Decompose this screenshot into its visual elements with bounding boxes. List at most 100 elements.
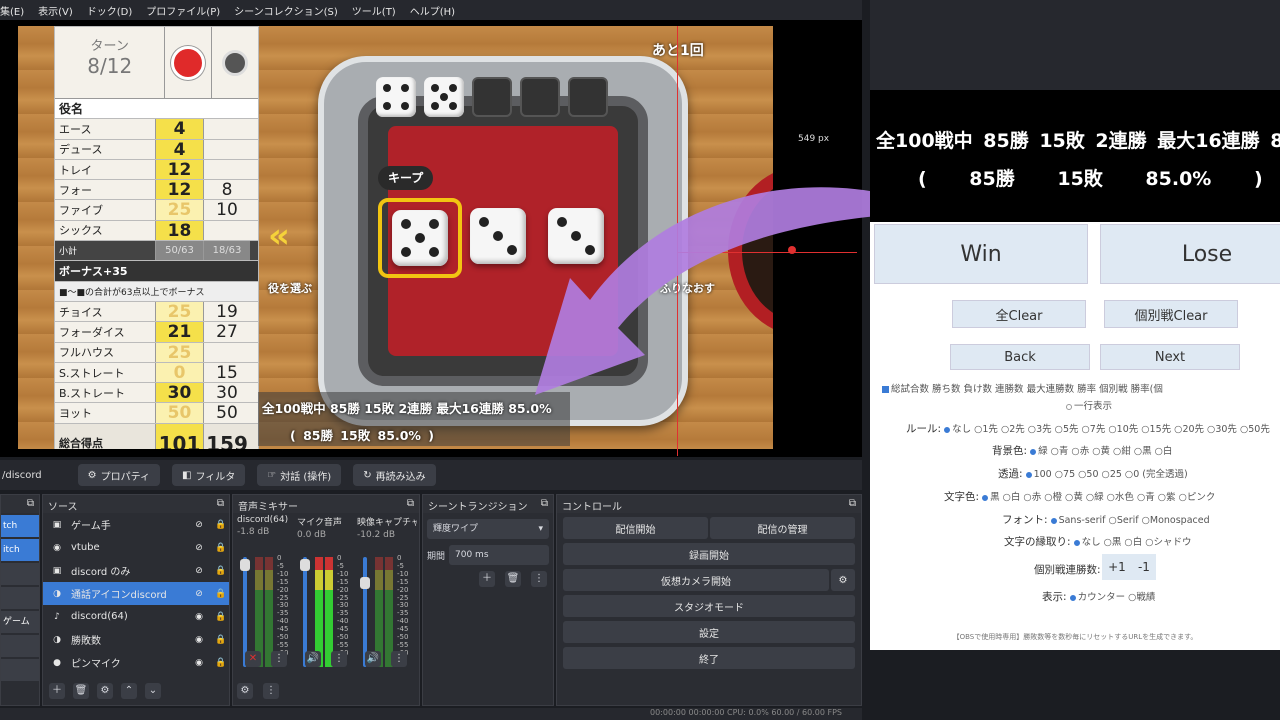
score-row[interactable]: フルハウス 25: [55, 342, 258, 363]
scene-item[interactable]: [1, 563, 39, 585]
score-row[interactable]: シックス 18: [55, 220, 258, 242]
duration-input[interactable]: 700 ms: [449, 545, 549, 565]
transform-handle[interactable]: [788, 246, 796, 254]
filters-button[interactable]: ◧ フィルタ: [171, 464, 246, 486]
rolled-die-5[interactable]: [392, 210, 448, 266]
virtual-camera-button[interactable]: 仮想カメラ開始: [563, 569, 829, 591]
win-button[interactable]: Win: [874, 224, 1088, 284]
gear-icon[interactable]: ⚙: [237, 683, 253, 699]
fader-knob[interactable]: [240, 559, 250, 571]
menu-dock[interactable]: ドック(D): [87, 3, 133, 18]
display-checkboxes[interactable]: 総試合数 勝ち数 負け数 連勝数 最大連勝数 勝率 個別戦 勝率(個: [882, 381, 1163, 395]
source-item[interactable]: ▣ ゲーム手 ⊘ 🔒: [43, 513, 229, 536]
scene-item[interactable]: tch: [1, 515, 39, 537]
score-row[interactable]: ヨット 50 50: [55, 403, 258, 424]
start-stream-button[interactable]: 配信開始: [563, 517, 708, 539]
fader-knob[interactable]: [300, 559, 310, 571]
score-row[interactable]: S.ストレート 0 15: [55, 362, 258, 384]
undock-icon[interactable]: ⧉: [849, 498, 856, 510]
source-item[interactable]: ♪ discord(64) ◉ 🔒: [43, 605, 229, 628]
score-row[interactable]: B.ストレート 30 30: [55, 383, 258, 404]
score-row[interactable]: フォー 12 8: [55, 180, 258, 201]
score-row[interactable]: フォーダイス 21 27: [55, 322, 258, 343]
outline-options[interactable]: 文字の縁取り: なし ○黒 ○白 ○シャドウ: [1004, 534, 1192, 549]
rolled-die-3[interactable]: [548, 208, 604, 264]
add-icon[interactable]: ＋: [49, 683, 65, 699]
scene-item[interactable]: [1, 659, 39, 681]
rolled-die-3[interactable]: [470, 208, 526, 264]
next-button[interactable]: Next: [1100, 344, 1240, 370]
studio-mode-button[interactable]: スタジオモード: [563, 595, 855, 617]
lock-icon[interactable]: 🔒: [213, 543, 229, 553]
alpha-options[interactable]: 透過: 100 ○75 ○50 ○25 ○0 (完全透過): [998, 466, 1188, 481]
mute-icon[interactable]: ✕: [245, 651, 261, 667]
text-color-options[interactable]: 文字色: 黒 ○白 ○赤 ○橙 ○黄 ○緑 ○水色 ○青 ○紫 ○ピンク: [944, 489, 1215, 504]
visibility-eye-icon[interactable]: ◉: [191, 612, 207, 622]
gear-icon[interactable]: ⚙: [97, 683, 113, 699]
undock-icon[interactable]: ⧉: [541, 498, 548, 510]
trash-icon[interactable]: 🗑: [73, 683, 89, 699]
score-row[interactable]: デュース 4: [55, 139, 258, 160]
bg-options[interactable]: 背景色: 緑 ○青 ○赤 ○黄 ○紺 ○黒 ○白: [992, 443, 1172, 458]
trash-icon[interactable]: 🗑: [505, 571, 521, 587]
menu-edit[interactable]: 集(E): [0, 3, 24, 18]
font-options[interactable]: フォント: Sans-serif ○Serif ○Monospaced: [1002, 512, 1210, 527]
lock-icon[interactable]: 🔒: [213, 635, 229, 645]
menu-profile[interactable]: プロファイル(P): [146, 3, 220, 18]
properties-button[interactable]: ⚙ プロパティ: [77, 464, 160, 486]
source-item[interactable]: ◑ 勝敗数 ◉ 🔒: [43, 628, 229, 651]
menu-help[interactable]: ヘルプ(H): [410, 3, 455, 18]
source-item[interactable]: ◑ 通話アイコンdiscord ⊘ 🔒: [43, 582, 229, 605]
display-mode-options[interactable]: 表示: カウンター ○戦績: [1042, 589, 1155, 604]
scene-item[interactable]: [1, 635, 39, 657]
more-icon[interactable]: ⋮: [391, 651, 407, 667]
score-row[interactable]: エース 4: [55, 119, 258, 140]
more-icon[interactable]: ⋮: [331, 651, 347, 667]
lock-icon[interactable]: 🔒: [213, 589, 229, 599]
rule-options[interactable]: ルール: なし ○1先 ○2先 ○3先 ○5先 ○7先 ○10先 ○15先 ○2…: [906, 421, 1270, 436]
back-button[interactable]: Back: [950, 344, 1090, 370]
clear-all-button[interactable]: 全Clear: [952, 300, 1086, 328]
chevron-up-icon[interactable]: ⌃: [121, 683, 137, 699]
visibility-eye-icon[interactable]: ⊘: [191, 520, 207, 530]
score-row[interactable]: トレイ 12: [55, 159, 258, 181]
minus-one-button[interactable]: -1: [1138, 560, 1150, 574]
chevron-down-icon[interactable]: ⌄: [145, 683, 161, 699]
reload-button[interactable]: ↻ 再読み込み: [353, 464, 436, 486]
more-icon[interactable]: ⋮: [531, 571, 547, 587]
lose-button[interactable]: Lose: [1100, 224, 1280, 284]
scene-item[interactable]: itch: [1, 539, 39, 561]
visibility-eye-icon[interactable]: ⊘: [191, 543, 207, 553]
speaker-icon[interactable]: 🔊: [365, 651, 381, 667]
oneline-option[interactable]: 一行表示: [1066, 398, 1112, 412]
clear-individual-button[interactable]: 個別戦Clear: [1104, 300, 1238, 328]
visibility-eye-icon[interactable]: ◉: [191, 658, 207, 668]
exit-button[interactable]: 終了: [563, 647, 855, 669]
visibility-eye-icon[interactable]: ⊘: [191, 566, 207, 576]
lock-icon[interactable]: 🔒: [213, 658, 229, 668]
more-icon[interactable]: ⋮: [263, 683, 279, 699]
plus-one-button[interactable]: +1: [1108, 560, 1126, 574]
lock-icon[interactable]: 🔒: [213, 520, 229, 530]
fader-knob[interactable]: [360, 577, 370, 589]
manage-stream-button[interactable]: 配信の管理: [710, 517, 855, 539]
speaker-icon[interactable]: 🔊: [305, 651, 321, 667]
undock-icon[interactable]: ⧉: [217, 498, 224, 510]
lock-icon[interactable]: 🔒: [213, 566, 229, 576]
source-item[interactable]: ● ピンマイク ◉ 🔒: [43, 651, 229, 674]
source-item[interactable]: ▣ discord のみ ⊘ 🔒: [43, 559, 229, 582]
visibility-eye-icon[interactable]: ⊘: [191, 589, 207, 599]
scene-item[interactable]: ゲーム: [1, 611, 39, 633]
start-record-button[interactable]: 録画開始: [563, 543, 855, 565]
menu-view[interactable]: 表示(V): [38, 3, 73, 18]
visibility-eye-icon[interactable]: ◉: [191, 635, 207, 645]
transition-select[interactable]: 輝度ワイプ ▾: [427, 519, 549, 539]
settings-button[interactable]: 設定: [563, 621, 855, 643]
undock-icon[interactable]: ⧉: [407, 498, 414, 510]
interact-button[interactable]: ☞ 対話 (操作): [257, 464, 342, 486]
menu-scene-collection[interactable]: シーンコレクション(S): [234, 3, 338, 18]
lock-icon[interactable]: 🔒: [213, 612, 229, 622]
more-icon[interactable]: ⋮: [271, 651, 287, 667]
gear-icon[interactable]: ⚙: [831, 569, 855, 591]
source-item[interactable]: ◉ vtube ⊘ 🔒: [43, 536, 229, 559]
